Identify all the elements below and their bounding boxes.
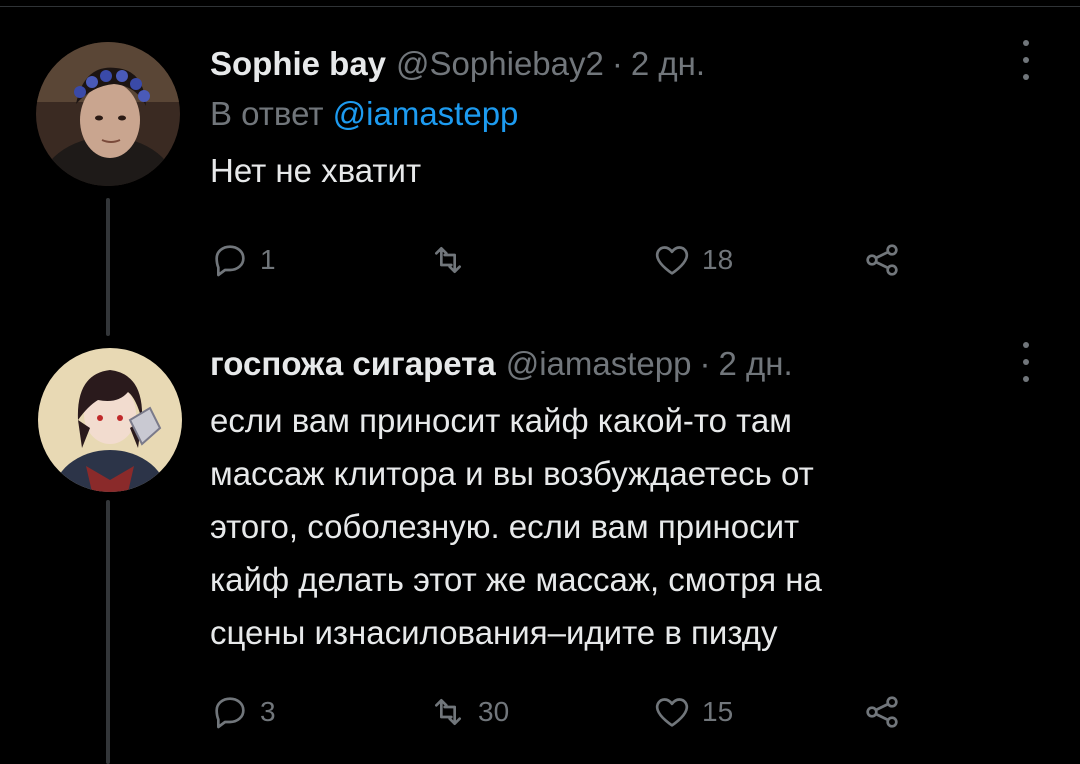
timestamp[interactable]: 2 дн. [631,45,705,83]
thread-line [106,500,110,764]
share-icon [866,696,898,728]
retweet-button[interactable]: 30 [428,692,509,732]
tweet-text-line: кайф делать этот же массаж, смотря на [210,561,822,598]
more-vertical-icon[interactable] [1016,40,1036,80]
tweet-text-line: этого, соболезную. если вам приносит [210,508,800,545]
share-button[interactable] [862,692,902,732]
heart-icon [655,698,689,727]
reply-count: 1 [260,244,276,275]
tweet-sophie[interactable]: Sophie bay @Sophiebay2 · 2 дн. В ответ @… [0,0,1080,340]
share-icon [866,244,898,276]
like-button[interactable]: 15 [652,692,733,732]
separator: · [699,345,711,382]
tweet-header: госпожа сигарета @iamastepp · 2 дн. [210,342,1010,386]
like-count: 15 [702,696,734,727]
author-name[interactable]: госпожа сигарета [210,345,496,383]
retweet-count: 30 [478,696,510,727]
tweet-text-line: массаж клитора и вы возбуждаетесь от [210,455,814,492]
thread-line [106,198,110,336]
reply-count: 3 [260,696,276,727]
reply-context: В ответ @iamastepp [210,92,1010,136]
retweet-icon [435,699,461,725]
tweet-text-line: если вам приносит кайф какой-то там [210,402,792,439]
retweet-button[interactable] [428,240,478,280]
reply-button[interactable]: 3 [210,692,276,732]
tweet-text-line: сцены изнасилования–идите в пизду [210,614,778,651]
like-count: 18 [702,244,734,275]
tweet-text: если вам приносит кайф какой-то там масс… [210,394,1010,659]
separator: · [611,45,623,82]
tweet-header: Sophie bay @Sophiebay2 · 2 дн. [210,42,1010,86]
avatar-gospozha[interactable] [38,348,182,492]
reply-mention-link[interactable]: @iamastepp [333,95,519,132]
author-handle[interactable]: @iamastepp [506,345,692,383]
heart-icon [655,246,689,275]
author-name[interactable]: Sophie bay [210,45,386,83]
reply-icon [215,697,245,729]
more-vertical-icon[interactable] [1016,342,1036,382]
reply-icon [215,245,245,277]
reply-button[interactable]: 1 [210,240,276,280]
share-button[interactable] [862,240,902,280]
tweet-gospozha[interactable]: госпожа сигарета @iamastepp · 2 дн. если… [0,340,1080,764]
timestamp[interactable]: 2 дн. [718,345,792,383]
reply-prefix: В ответ [210,95,324,132]
retweet-icon [435,247,461,273]
tweet-text: Нет не хватит [210,152,422,189]
avatar-sophie[interactable] [36,42,180,186]
like-button[interactable]: 18 [652,240,733,280]
author-handle[interactable]: @Sophiebay2 [396,45,604,83]
